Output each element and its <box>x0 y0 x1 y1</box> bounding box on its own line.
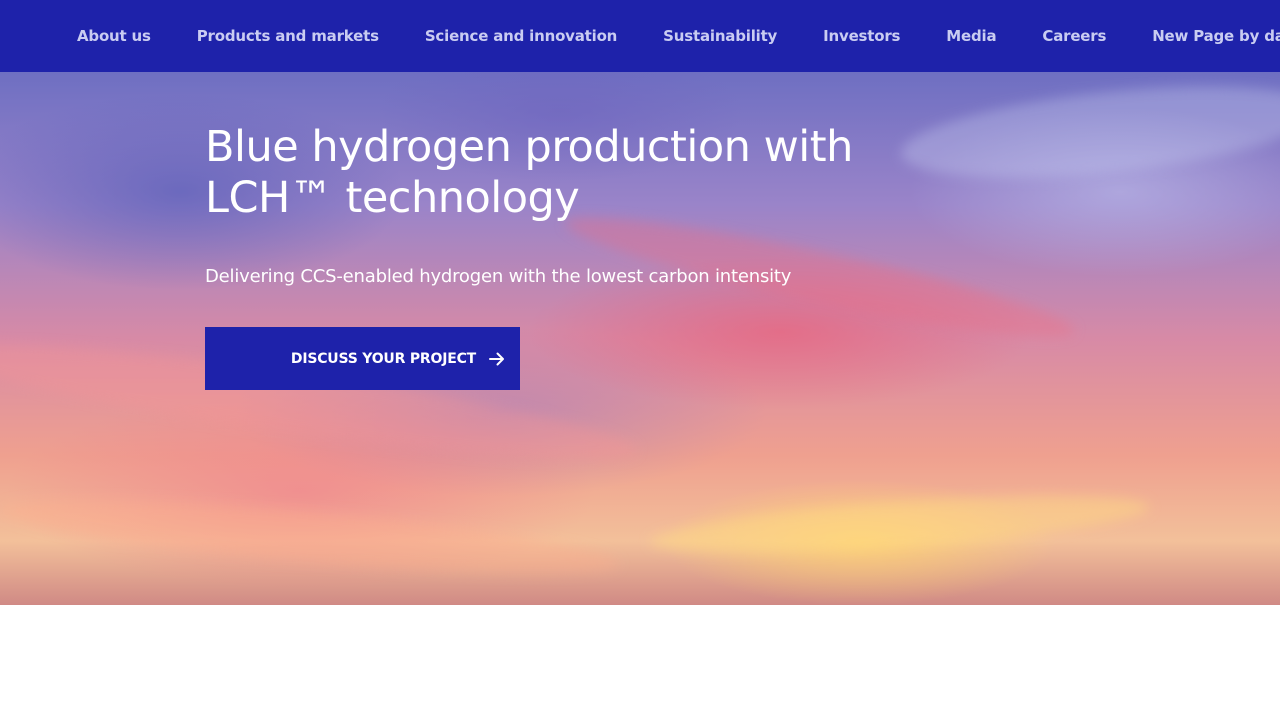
hero-content: Blue hydrogen production with LCH™ techn… <box>205 122 905 287</box>
discuss-your-project-button[interactable]: DISCUSS YOUR PROJECT <box>205 327 520 390</box>
hero-title-line-1: Blue hydrogen production with <box>205 122 853 172</box>
nav-item-products-and-markets[interactable]: Products and markets <box>197 0 379 72</box>
nav-list: About us Products and markets Science an… <box>0 0 1280 72</box>
sky-cloud-streak <box>649 484 1151 565</box>
nav-item-careers[interactable]: Careers <box>1042 0 1106 72</box>
nav-item-investors[interactable]: Investors <box>823 0 900 72</box>
hero-title-line-2: LCH™ technology <box>205 173 580 223</box>
sky-cloud-streak <box>0 485 621 589</box>
nav-item-new-page-by-date[interactable]: New Page by date <box>1152 0 1280 72</box>
hero-banner: Blue hydrogen production with LCH™ techn… <box>0 72 1280 605</box>
hero-subtitle: Delivering CCS-enabled hydrogen with the… <box>205 266 792 287</box>
nav-item-media[interactable]: Media <box>946 0 996 72</box>
nav-item-sustainability[interactable]: Sustainability <box>663 0 777 72</box>
sky-cloud-streak <box>896 72 1280 194</box>
cta-label: DISCUSS YOUR PROJECT <box>290 350 476 367</box>
top-navigation: About us Products and markets Science an… <box>0 0 1280 72</box>
hero-title: Blue hydrogen production with LCH™ techn… <box>205 122 905 224</box>
nav-item-about-us[interactable]: About us <box>77 0 151 72</box>
nav-item-science-and-innovation[interactable]: Science and innovation <box>425 0 618 72</box>
arrow-right-icon <box>488 350 506 368</box>
